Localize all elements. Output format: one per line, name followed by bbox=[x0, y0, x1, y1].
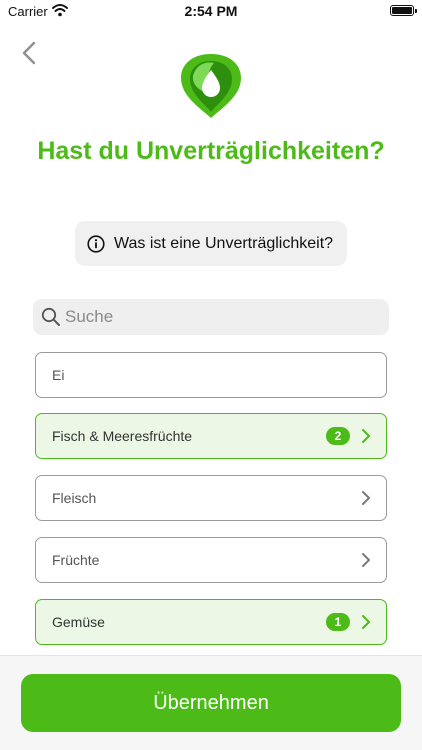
status-bar: Carrier 2:54 PM bbox=[0, 0, 422, 22]
category-item-fisch[interactable]: Fisch & Meeresfrüchte 2 bbox=[35, 413, 387, 459]
selection-count-badge: 1 bbox=[326, 613, 350, 631]
info-button[interactable]: Was ist eine Unverträglichkeit? bbox=[75, 221, 347, 266]
chevron-right-icon bbox=[362, 429, 370, 443]
chevron-right-icon bbox=[362, 615, 370, 629]
category-label: Fleisch bbox=[52, 490, 97, 506]
category-item-fruechte[interactable]: Früchte bbox=[35, 537, 387, 583]
apply-button[interactable]: Übernehmen bbox=[21, 674, 401, 732]
info-label: Was ist eine Unverträglichkeit? bbox=[114, 234, 334, 252]
search-input[interactable] bbox=[65, 307, 365, 327]
category-item-ei[interactable]: Ei bbox=[35, 352, 387, 398]
category-label: Gemüse bbox=[52, 614, 105, 630]
selection-count-badge: 2 bbox=[326, 427, 350, 445]
search-box[interactable] bbox=[33, 299, 389, 335]
back-button[interactable] bbox=[14, 38, 44, 68]
chevron-right-icon bbox=[362, 491, 370, 505]
magnifier-icon bbox=[41, 307, 60, 326]
category-item-gemuese[interactable]: Gemüse 1 bbox=[35, 599, 387, 645]
category-item-fleisch[interactable]: Fleisch bbox=[35, 475, 387, 521]
chevron-left-icon bbox=[22, 41, 36, 65]
battery-icon bbox=[390, 5, 417, 16]
category-label: Fisch & Meeresfrüchte bbox=[52, 428, 193, 444]
chevron-right-icon bbox=[362, 553, 370, 567]
clock: 2:54 PM bbox=[184, 3, 238, 19]
info-circle-icon bbox=[87, 234, 105, 253]
category-label: Früchte bbox=[52, 552, 100, 568]
footer-bar: Übernehmen bbox=[0, 655, 422, 750]
page-title: Hast du Unverträglichkeiten? bbox=[37, 137, 385, 165]
category-label: Ei bbox=[52, 367, 65, 383]
leaf-drop-logo bbox=[181, 54, 241, 118]
